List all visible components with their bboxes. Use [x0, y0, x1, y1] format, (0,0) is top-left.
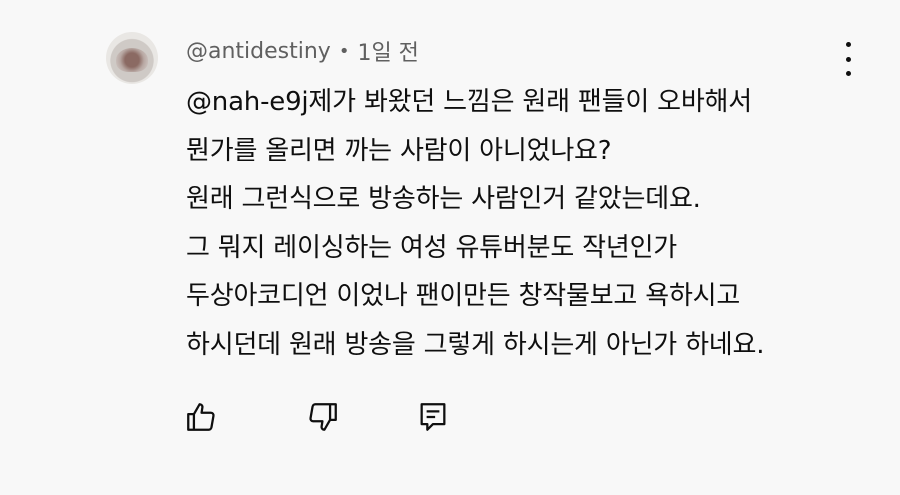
more-dot: [845, 56, 851, 62]
comment-line: 그 뭐지 레이싱하는 여성 유튜버분도 작년인가: [186, 232, 678, 263]
more-dot: [845, 71, 851, 76]
comment-line: 원래 그런식으로 방송하는 사람인거 같았는데요.: [186, 184, 701, 214]
avatar-image: [116, 48, 148, 72]
reply-comment-icon: [420, 403, 446, 431]
separator-dot: •: [338, 40, 350, 62]
thumbs-down-icon: [309, 403, 337, 431]
avatar[interactable]: [106, 32, 158, 84]
comment-header: @antidestiny • 1일 전: [186, 35, 419, 67]
more-vertical-icon[interactable]: [836, 42, 860, 76]
comment-text: @nah-e9j제가 봐왔던 느낌은 원래 팬들이 오바해서 뭔가를 올리면 까…: [186, 78, 866, 369]
thumbs-up-icon: [187, 403, 215, 431]
comment-line: 하시던데 원래 방송을 그렇게 하시는게 아닌가 하네요.: [186, 329, 765, 360]
dislike-button[interactable]: [304, 398, 342, 436]
reply-button[interactable]: [414, 398, 452, 436]
comment-line: 뭔가를 올리면 까는 사람이 아니었나요?: [186, 135, 612, 166]
comment-line: 두상아코디언 이었나 팬이만든 창작물보고 욕하시고: [186, 281, 741, 311]
comment-line: @nah-e9j제가 봐왔던 느낌은 원래 팬들이 오바해서: [186, 87, 752, 117]
comment-actions: [0, 398, 900, 438]
like-button[interactable]: [182, 398, 220, 436]
comment-time[interactable]: 1일 전: [357, 35, 418, 67]
author-name[interactable]: @antidestiny: [186, 39, 331, 64]
more-dot: [845, 42, 851, 47]
